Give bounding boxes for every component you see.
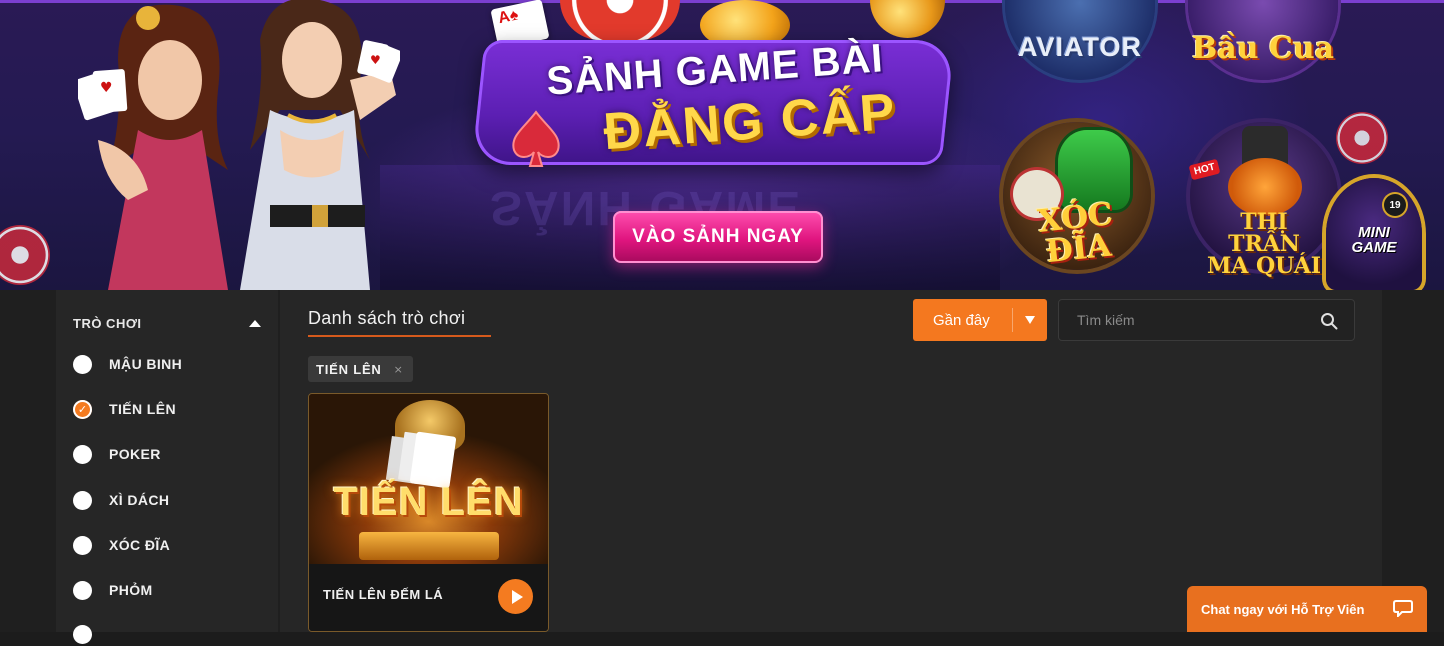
svg-text:♥: ♥ (370, 53, 381, 67)
game-label-aviator: AVIATOR (1017, 31, 1142, 62)
age-badge: 19 (1384, 194, 1406, 216)
sidebar-item-mau-binh[interactable]: MẬU BINH (73, 352, 182, 376)
radio-button[interactable] (73, 624, 92, 644)
sidebar-item-label: MẬU BINH (109, 356, 183, 372)
enter-lobby-button[interactable]: VÀO SẢNH NGAY (613, 211, 823, 263)
game-filter-sidebar: TRÒ CHƠI MẬU BINH TIẾN LÊN POKER XÌ DÁCH… (56, 290, 278, 644)
game-label-thi-tran: THỊ TRẤN MA QUÁI (1206, 209, 1322, 279)
close-icon[interactable]: × (394, 363, 403, 376)
game-label-mini: MINI GAME (1351, 224, 1397, 256)
game-card-name: TIẾN LÊN ĐẾM LÁ (323, 587, 444, 602)
title-underline (308, 335, 491, 337)
game-icon-xoc-dia[interactable]: XÓC ĐĨA (1003, 122, 1151, 270)
gold-coin-image (870, 0, 945, 38)
radio-button[interactable] (73, 354, 92, 374)
sidebar-heading: TRÒ CHƠI (73, 316, 142, 331)
filter-chip-label: TIẾN LÊN (316, 361, 382, 377)
sidebar-item-poker[interactable]: POKER (73, 442, 161, 466)
sort-dropdown[interactable]: Gần đây (913, 299, 1047, 341)
radio-button[interactable] (73, 535, 92, 555)
radio-button[interactable] (73, 490, 92, 510)
active-filter-chip: TIẾN LÊN × (308, 356, 413, 382)
hot-badge: HOT (1188, 158, 1221, 181)
sidebar-item-label: TIẾN LÊN (109, 401, 176, 417)
sidebar-item-xoc-dia[interactable]: XÓC ĐĨA (73, 533, 170, 557)
sidebar-item-xi-dach[interactable]: XÌ DÁCH (73, 488, 169, 512)
promo-banner[interactable]: SẢNH GAME ♥ ♥ A♠ SẢNH GAME BÀI ĐẲNG CẤP … (0, 0, 1444, 290)
game-icon-aviator[interactable]: AVIATOR (1005, 0, 1155, 80)
sort-label: Gần đây (933, 311, 990, 329)
sidebar-item-label: PHỎM (109, 582, 153, 598)
collapse-caret-icon[interactable] (249, 320, 261, 327)
search-input[interactable] (1059, 312, 1299, 328)
chevron-down-icon (1025, 316, 1035, 324)
sidebar-item-label: XÓC ĐĨA (109, 537, 171, 553)
sidebar-item-tien-len[interactable]: TIẾN LÊN (73, 397, 176, 421)
game-icon-bau-cua[interactable]: Bầu Cua (1188, 0, 1338, 80)
main-area: TRÒ CHƠI MẬU BINH TIẾN LÊN POKER XÌ DÁCH… (0, 290, 1444, 644)
game-card-art-title: TIẾN LÊN (333, 480, 524, 524)
game-icon-thi-tran-ma-quai[interactable]: HOT THỊ TRẤN MA QUÁI (1188, 122, 1338, 277)
sidebar-item-label: XÌ DÁCH (109, 492, 170, 508)
page-title: Danh sách trò chơi (308, 308, 466, 328)
game-card-tien-len[interactable]: TIẾN LÊN TIẾN LÊN ĐẾM LÁ (308, 393, 549, 632)
support-chat-button[interactable]: Chat ngay với Hỗ Trợ Viên (1187, 586, 1427, 632)
divider (1012, 308, 1013, 332)
game-list-panel: Danh sách trò chơi Gần đây TIẾN LÊN × TI… (280, 290, 1382, 632)
svg-text:♥: ♥ (100, 80, 113, 96)
poker-chip-image (560, 0, 680, 40)
spade-icon (512, 110, 560, 167)
play-icon[interactable] (498, 579, 533, 614)
sidebar-item-partial[interactable] (73, 622, 109, 646)
game-icon-mini-game[interactable]: 19 MINI GAME (1326, 178, 1422, 290)
radio-button-checked[interactable] (73, 399, 92, 419)
stage-image (359, 532, 499, 560)
poker-chip-image (0, 225, 50, 285)
sidebar-item-phom[interactable]: PHỎM (73, 578, 153, 602)
game-card-footer: TIẾN LÊN ĐẾM LÁ (309, 564, 548, 631)
game-label-bau-cua: Bầu Cua (1191, 31, 1335, 66)
pumpkin-image (1228, 158, 1302, 216)
game-card-art: TIẾN LÊN (309, 394, 548, 564)
sidebar-item-label: POKER (109, 446, 161, 462)
chat-label: Chat ngay với Hỗ Trợ Viên (1201, 601, 1365, 617)
woman-player-image: ♥ (240, 0, 400, 290)
poker-chip-image (1336, 112, 1388, 164)
search-icon[interactable] (1320, 312, 1338, 330)
radio-button[interactable] (73, 444, 92, 464)
search-box[interactable] (1058, 299, 1355, 341)
radio-button[interactable] (73, 580, 92, 600)
chat-bubble-icon (1393, 600, 1413, 617)
